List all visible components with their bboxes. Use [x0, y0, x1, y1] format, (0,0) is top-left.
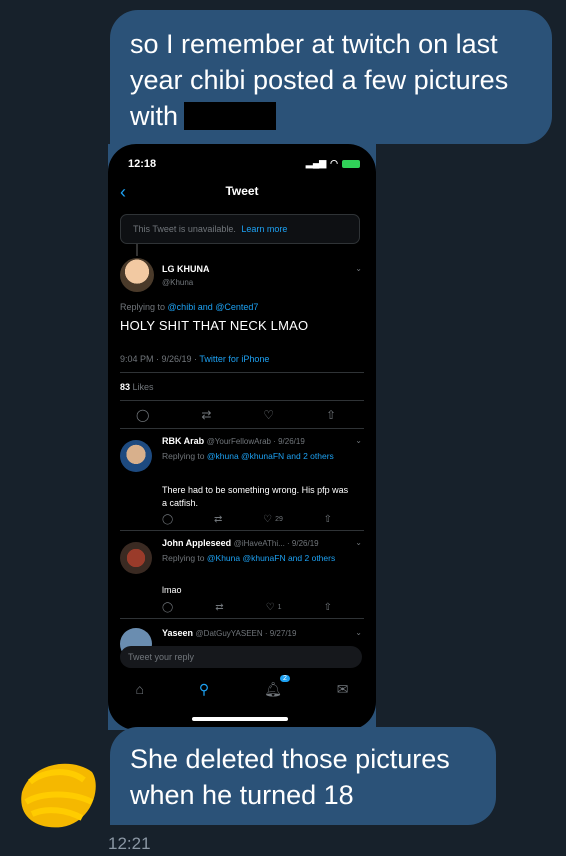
likes-row[interactable]: 83 Likes [120, 382, 154, 392]
like-count: 1 [277, 604, 282, 611]
notifications-icon[interactable]: 🔔︎ 2 [264, 674, 290, 698]
divider [120, 372, 364, 373]
redaction-box [184, 102, 277, 130]
tweet-text: HOLY SHIT THAT NECK LMAO [120, 318, 309, 333]
share-icon[interactable]: ⇧ [326, 408, 336, 422]
share-icon[interactable]: ⇧ [324, 602, 332, 613]
replying-to: Replying to @Khuna @khunaFN and 2 others [162, 552, 352, 565]
reply-author[interactable]: RBK Arab @YourFellowArab · 9/26/19 [162, 436, 305, 446]
reply-author-name: John Appleseed [162, 538, 232, 548]
status-icons: ▂▄▆ ◠ [306, 158, 360, 169]
likes-count: 83 [120, 382, 131, 392]
notification-badge: 2 [279, 674, 290, 682]
reply-actions: ◯ ⇄ ♡ 29 ⇧ [162, 514, 332, 525]
messages-icon[interactable]: ✉ [337, 681, 349, 698]
nav-bar: ‹ Tweet [108, 180, 376, 206]
avatar[interactable] [120, 440, 152, 472]
like-icon[interactable]: ♡ 29 [263, 514, 283, 525]
page-title: Tweet [225, 184, 259, 198]
like-icon[interactable]: ♡ 1 [266, 602, 282, 613]
reply-author-name: Yaseen [162, 628, 194, 638]
unavailable-text: This Tweet is unavailable. [133, 224, 236, 234]
reply-icon[interactable]: ◯ [136, 408, 149, 422]
reply-icon[interactable]: ◯ [162, 514, 173, 525]
likes-label: Likes [132, 382, 154, 392]
retweet-icon[interactable]: ⇄ [201, 408, 211, 422]
status-bar: 12:18 ▂▄▆ ◠ [128, 158, 360, 172]
reply-handle-date: @iHaveAThi... · 9/26/19 [233, 539, 319, 548]
replying-to: Replying to @chibi and @Cented7 [120, 302, 258, 312]
tweet-meta: 9:04 PM · 9/26/19 · Twitter for iPhone [120, 354, 269, 364]
home-icon[interactable]: ⌂ [135, 681, 143, 697]
tweet-time: 9:04 PM · 9/26/19 · [120, 354, 198, 364]
wifi-icon: ◠ [330, 158, 338, 168]
reply-input[interactable]: Tweet your reply [120, 646, 362, 668]
reply-author-name: RBK Arab [162, 436, 205, 446]
message-bubble-top: so I remember at twitch on last year chi… [110, 10, 552, 144]
battery-icon [342, 159, 360, 168]
reply-author[interactable]: Yaseen @DatGuyYASEEN · 9/27/19 [162, 628, 296, 638]
replying-to-targets[interactable]: @khuna @khunaFN and 2 others [207, 451, 334, 461]
home-indicator [192, 717, 288, 721]
thread-line [136, 244, 138, 256]
replying-to-targets[interactable]: @Khuna @khunaFN and 2 others [207, 553, 335, 563]
signal-icon: ▂▄▆ [305, 158, 327, 168]
share-icon[interactable]: ⇧ [324, 514, 332, 525]
reply-author[interactable]: John Appleseed @iHaveAThi... · 9/26/19 [162, 538, 319, 548]
learn-more-link[interactable]: Learn more [241, 224, 287, 234]
retweet-icon[interactable]: ⇄ [215, 602, 223, 613]
tweet-unavailable-notice: This Tweet is unavailable. Learn more [120, 214, 360, 244]
avatar-scribble [21, 763, 96, 828]
avatar[interactable] [120, 258, 154, 292]
reply-handle-date: @DatGuyYASEEN · 9/27/19 [195, 629, 297, 638]
reply-icon[interactable]: ◯ [162, 602, 173, 613]
message-text: She deleted those pictures when he turne… [130, 744, 450, 810]
divider [120, 530, 364, 531]
chevron-down-icon[interactable]: ⌄ [355, 436, 362, 445]
replying-to: Replying to @khuna @khunaFN and 2 others [162, 450, 352, 463]
message-timestamp: 12:21 [108, 834, 151, 853]
chevron-down-icon[interactable]: ⌄ [355, 264, 362, 273]
tweet-actions: ◯ ⇄ ♡ ⇧ [136, 408, 336, 422]
retweet-icon[interactable]: ⇄ [214, 514, 222, 525]
avatar[interactable] [120, 542, 152, 574]
reply-actions: ◯ ⇄ ♡ 1 ⇧ [162, 602, 332, 613]
reply-text: lmao [162, 585, 182, 595]
replying-to-prefix: Replying to [120, 302, 166, 312]
message-bubble-bottom: She deleted those pictures when he turne… [110, 727, 496, 825]
reply-text: There had to be something wrong. His pfp… [162, 485, 349, 508]
phone-screen: 12:18 ▂▄▆ ◠ ‹ Tweet This Tweet is unavai… [108, 144, 376, 730]
like-count: 29 [275, 516, 283, 523]
reply-handle-date: @YourFellowArab · 9/26/19 [206, 437, 305, 446]
status-time: 12:18 [128, 158, 157, 170]
author-name[interactable]: LG KHUNA [162, 264, 210, 274]
divider [120, 400, 364, 401]
search-icon[interactable]: ⚲ [199, 681, 209, 698]
author-handle[interactable]: @Khuna [162, 278, 193, 287]
screenshot-image[interactable]: 12:18 ▂▄▆ ◠ ‹ Tweet This Tweet is unavai… [108, 144, 376, 730]
tab-bar: ⌂ ⚲ 🔔︎ 2 ✉ [108, 674, 376, 704]
tweet-source[interactable]: Twitter for iPhone [199, 354, 269, 364]
replying-to-targets[interactable]: @chibi and @Cented7 [168, 302, 259, 312]
replying-to-prefix: Replying to [162, 553, 205, 563]
like-icon[interactable]: ♡ [263, 408, 274, 422]
divider [120, 618, 364, 619]
chevron-down-icon[interactable]: ⌄ [355, 628, 362, 637]
chevron-down-icon[interactable]: ⌄ [355, 538, 362, 547]
divider [120, 428, 364, 429]
replying-to-prefix: Replying to [162, 451, 205, 461]
